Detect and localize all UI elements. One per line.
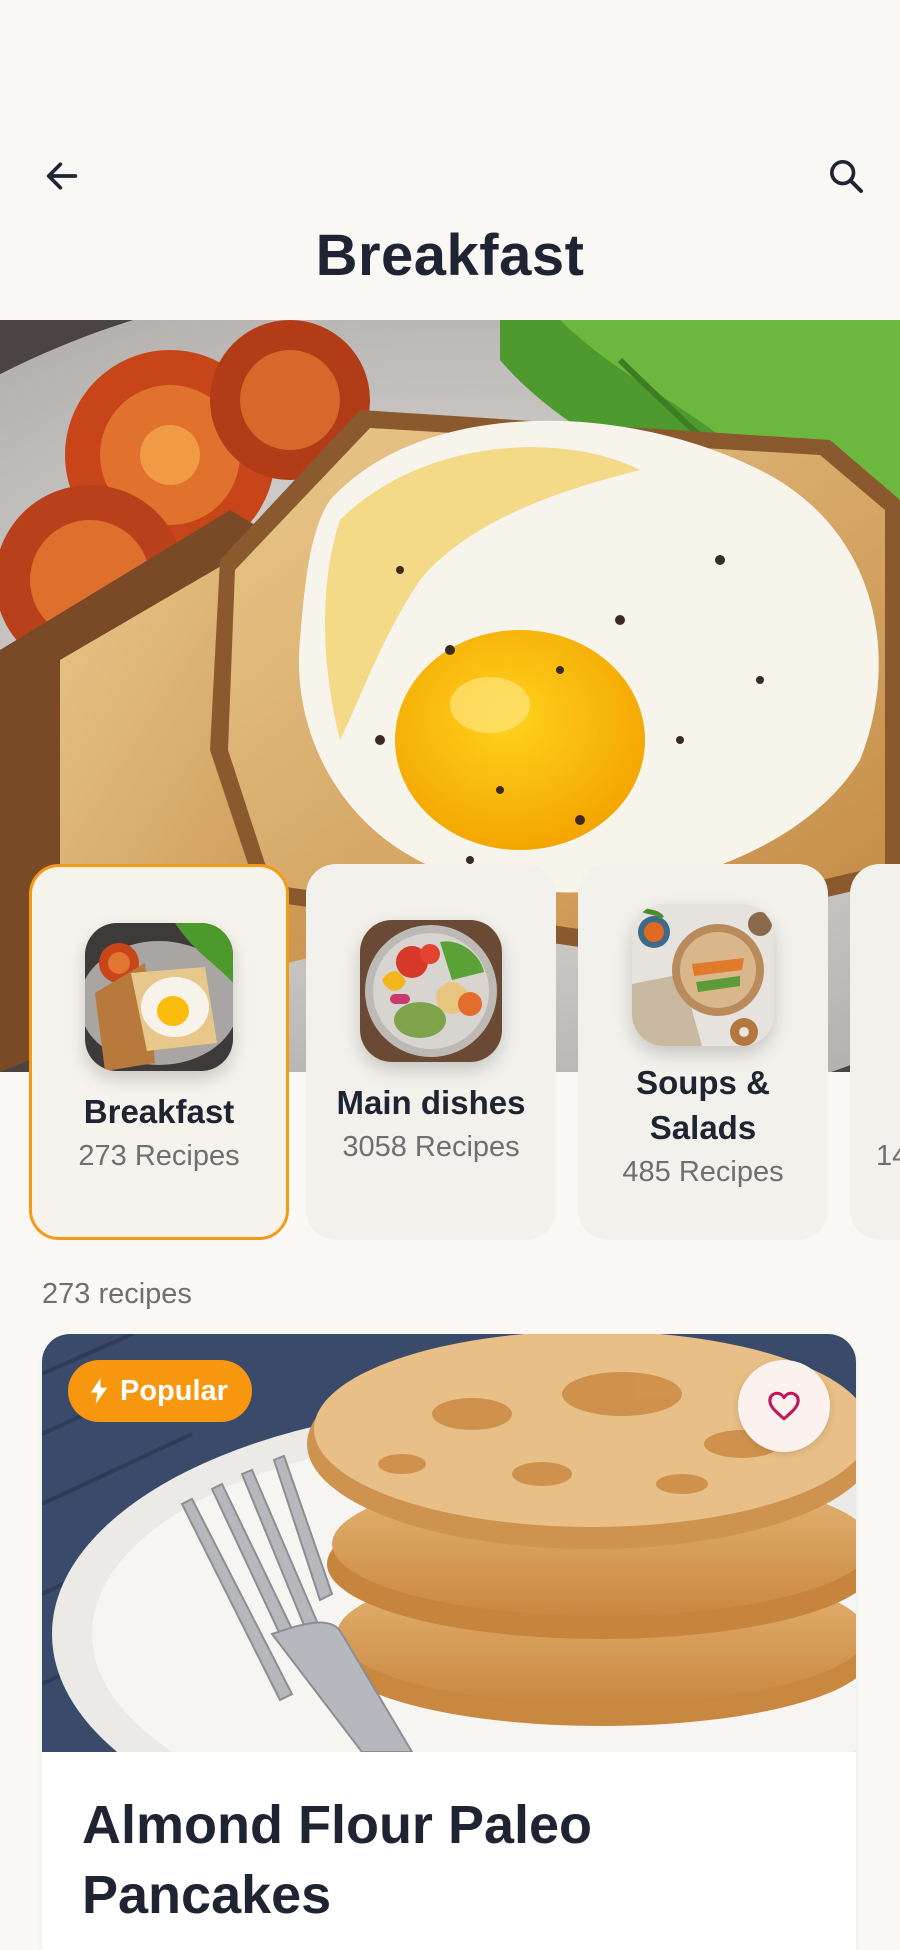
category-thumbnail [85, 923, 233, 1071]
category-thumbnail [632, 904, 774, 1046]
favorite-button[interactable] [738, 1360, 830, 1452]
category-count: 3058 Recipes [342, 1131, 520, 1163]
heart-icon [768, 1391, 800, 1421]
category-card-partial[interactable]: 14 [850, 864, 900, 1240]
results-count: 273 recipes [42, 1278, 192, 1310]
search-icon [830, 160, 863, 193]
category-card-breakfast[interactable]: Breakfast 273 Recipes [29, 864, 289, 1240]
badge-label: Popular [120, 1374, 228, 1407]
lightning-icon [90, 1378, 108, 1404]
recipe-card[interactable]: Popular Almond Flour Paleo Pancakes [42, 1334, 856, 1950]
category-name: Main dishes [336, 1084, 526, 1121]
page-title: Breakfast [315, 223, 585, 288]
category-carousel[interactable]: Breakfast 273 Recipes Main dishes 3058 R… [0, 864, 900, 1242]
category-name: Breakfast [83, 1093, 235, 1130]
category-name: Soups & Salads [636, 1064, 770, 1146]
category-count: 485 Recipes [622, 1156, 784, 1188]
search-button[interactable] [818, 148, 874, 204]
recipe-image: Popular [42, 1334, 856, 1752]
popular-badge: Popular [68, 1360, 252, 1422]
category-card-soups-salads[interactable]: Soups & Salads 485 Recipes [578, 864, 828, 1240]
category-count: 14 [876, 1140, 900, 1172]
back-button[interactable] [34, 148, 90, 204]
category-card-main-dishes[interactable]: Main dishes 3058 Recipes [306, 864, 556, 1240]
category-count: 273 Recipes [78, 1140, 240, 1172]
top-bar: Breakfast [0, 0, 900, 320]
arrow-left-icon [46, 162, 78, 190]
category-thumbnail [360, 920, 502, 1062]
category-page: Breakfast Breakfast 273 Recipes Main dis… [0, 0, 900, 1950]
recipe-title: Almond Flour Paleo Pancakes [82, 1795, 593, 1925]
